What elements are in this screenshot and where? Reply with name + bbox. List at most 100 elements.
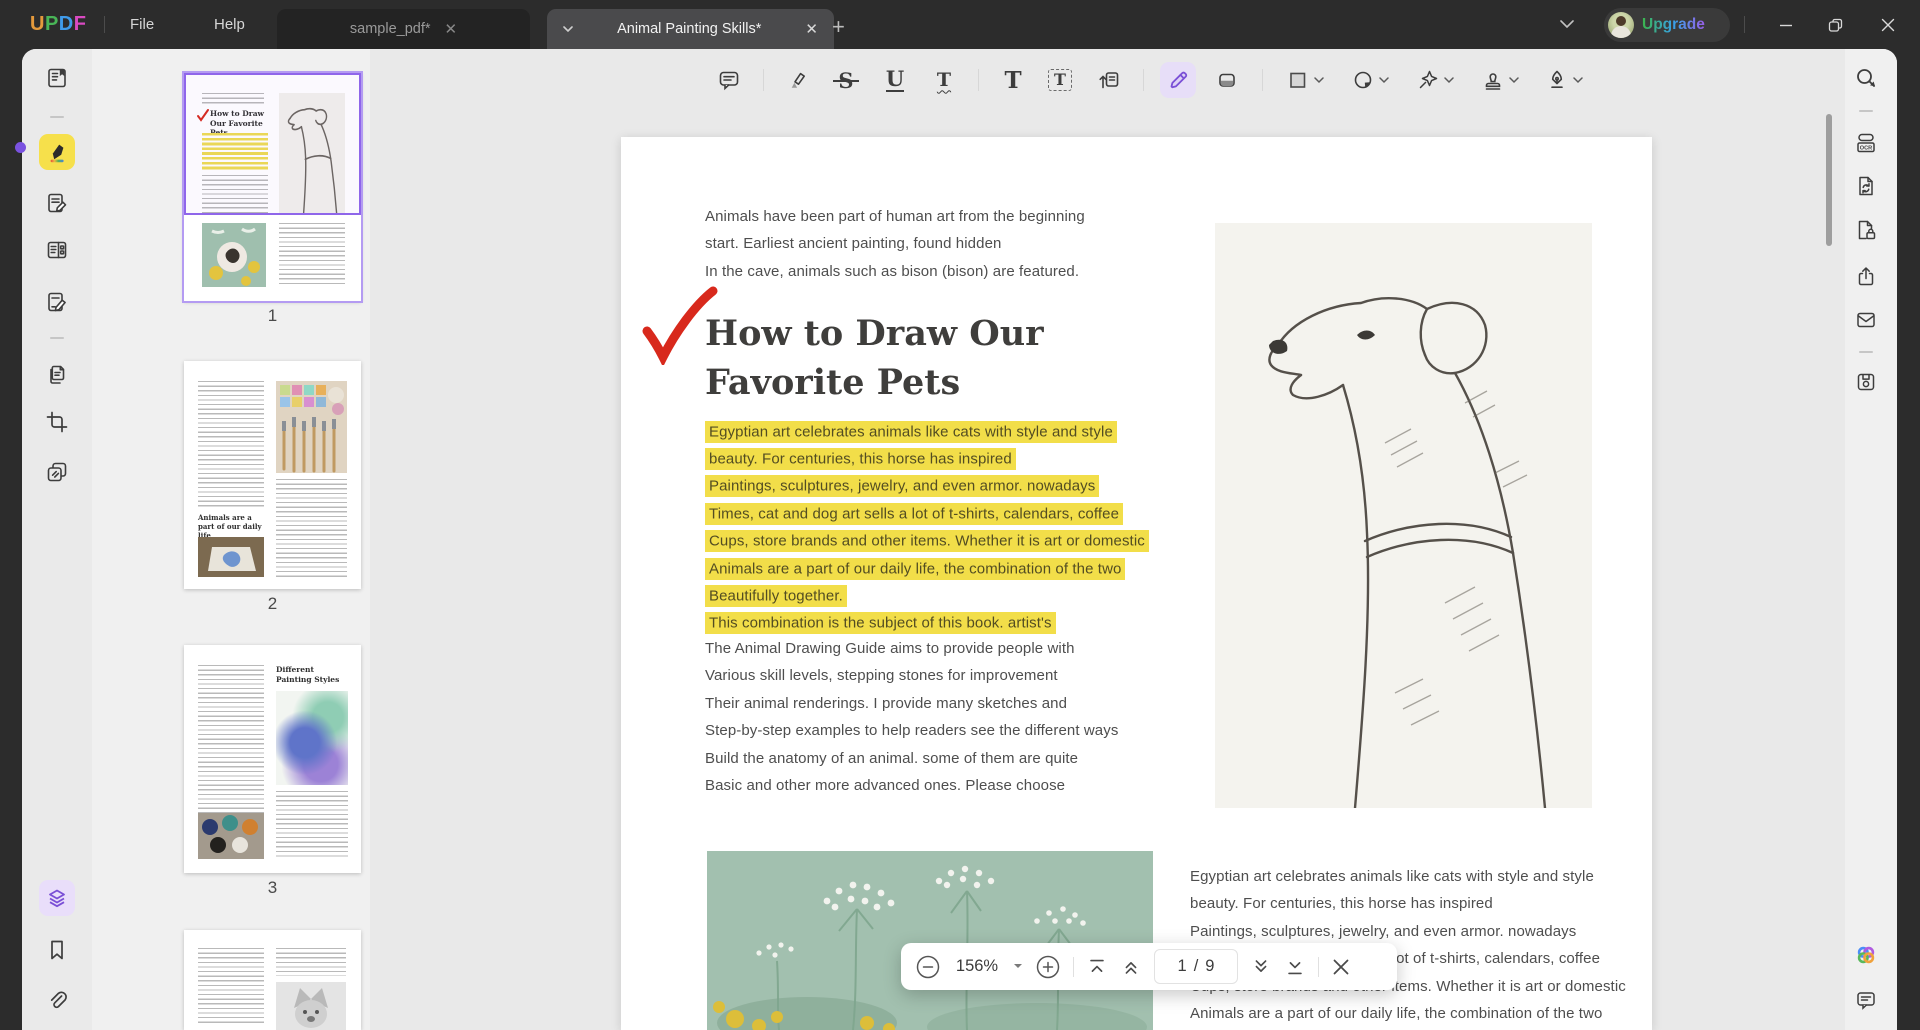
eraser-tool[interactable]	[1210, 63, 1244, 97]
email-icon[interactable]	[1854, 308, 1878, 332]
body-paragraph: The Animal Drawing Guide aims to provide…	[705, 635, 1225, 799]
text-comment-tool[interactable]: T	[996, 63, 1030, 97]
compare-icon[interactable]	[45, 460, 69, 484]
pencil-tool-active[interactable]	[1160, 62, 1196, 98]
note-tool[interactable]	[712, 63, 746, 97]
page-thumbnail-1[interactable]: How to Draw Our Favorite Pets	[184, 73, 361, 301]
minimize-button[interactable]	[1773, 12, 1799, 38]
divider	[1744, 16, 1745, 33]
divider	[978, 69, 979, 91]
text-box-tool[interactable]: T	[1043, 63, 1077, 97]
flower-photo-image	[707, 851, 1153, 1030]
logo-letter: F	[74, 13, 87, 36]
sticker-dropdown-icon[interactable]	[1379, 77, 1389, 84]
signature-tool[interactable]	[1540, 63, 1574, 97]
search-icon[interactable]	[1854, 66, 1878, 90]
mini-palette-photo	[276, 381, 347, 473]
upgrade-button[interactable]: Upgrade	[1604, 8, 1730, 42]
menu-help[interactable]: Help	[200, 0, 259, 49]
close-toolbar-button[interactable]	[1331, 957, 1351, 977]
save-icon[interactable]	[1854, 370, 1878, 394]
page-thumbnail-2[interactable]: Animals are a part of our daily life	[184, 361, 361, 589]
page-thumbnail-3[interactable]: Different Painting Styles	[184, 645, 361, 873]
dog-sketch-image	[1215, 223, 1592, 808]
restore-button[interactable]	[1822, 12, 1848, 38]
protect-icon[interactable]	[1854, 218, 1878, 242]
pdf-page[interactable]: Animals have been part of human art from…	[621, 137, 1652, 1030]
zoom-out-button[interactable]	[915, 954, 941, 980]
organize-pages-icon[interactable]	[45, 238, 69, 262]
next-page-button[interactable]	[1250, 956, 1272, 978]
callout-tool[interactable]	[1092, 63, 1126, 97]
zoom-level-value[interactable]: 156%	[953, 957, 1001, 976]
divider	[1143, 69, 1144, 91]
panel-handle-dot[interactable]	[15, 142, 26, 153]
sticker-tool[interactable]	[1346, 63, 1380, 97]
updf-logo: UPDF	[30, 13, 86, 36]
stamp-dropdown-icon[interactable]	[1509, 77, 1519, 84]
divider	[1859, 351, 1873, 353]
vertical-scrollbar[interactable]	[1826, 114, 1832, 246]
highlighted-paragraph[interactable]: Egyptian art celebrates animals like cat…	[705, 418, 1225, 637]
share-icon[interactable]	[1854, 264, 1878, 288]
feedback-icon[interactable]	[1854, 988, 1878, 1012]
tab-dropdown-icon[interactable]	[563, 26, 573, 33]
zoom-in-button[interactable]	[1035, 954, 1061, 980]
shapes-tool[interactable]	[1281, 63, 1315, 97]
tab-list-chevron-icon[interactable]	[1560, 20, 1574, 29]
strikethrough-tool[interactable]: S	[829, 63, 863, 97]
text-box-icon: T	[1048, 69, 1072, 91]
convert-icon[interactable]	[45, 363, 69, 387]
callout-icon	[1097, 68, 1121, 92]
new-tab-button[interactable]: +	[832, 14, 845, 40]
menu-file[interactable]: File	[116, 0, 168, 49]
page-thumbnail-4[interactable]	[184, 930, 361, 1030]
yellow-highlight-annotation[interactable]: Egyptian art celebrates animals like cat…	[705, 421, 1149, 635]
underline-tool[interactable]: U	[878, 63, 912, 97]
page-thumbnails-active[interactable]	[39, 880, 75, 916]
last-page-button[interactable]	[1284, 956, 1306, 978]
thumbnail-text-lines	[276, 479, 347, 577]
avatar[interactable]	[1608, 12, 1634, 38]
eraser-icon	[1215, 68, 1239, 92]
shapes-dropdown-icon[interactable]	[1314, 77, 1324, 84]
page-number-input[interactable]: 1 / 9	[1154, 949, 1238, 984]
highlight-tool[interactable]	[780, 63, 814, 97]
convert-file-icon[interactable]	[1854, 174, 1878, 198]
restore-icon	[1828, 18, 1843, 33]
updf-window: UPDF File Help sample_pdf* ✕ Animal Pain…	[0, 0, 1920, 1030]
svg-text:OCR: OCR	[1860, 145, 1872, 151]
tab-animal-painting-skills[interactable]: Animal Painting Skills* ✕	[547, 9, 834, 49]
divider	[104, 16, 105, 33]
signature-dropdown-icon[interactable]	[1573, 77, 1583, 84]
divider	[50, 116, 64, 118]
mini-corgi-photo	[276, 982, 346, 1030]
logo-letter: U	[30, 13, 45, 36]
close-window-button[interactable]	[1875, 12, 1901, 38]
thumbnail-text-lines	[276, 791, 348, 859]
stamp-tool[interactable]	[1476, 63, 1510, 97]
pin-icon	[1416, 68, 1440, 92]
tab-sample-pdf[interactable]: sample_pdf* ✕	[277, 9, 530, 49]
sticker-icon	[1351, 68, 1375, 92]
bookmarks-icon[interactable]	[45, 938, 69, 962]
thumbnail-viewport-indicator[interactable]	[184, 73, 361, 215]
edit-pdf-icon[interactable]	[45, 191, 69, 215]
squiggly-underline-tool[interactable]: T	[927, 63, 961, 97]
comment-tool-active[interactable]	[39, 134, 75, 170]
previous-page-button[interactable]	[1120, 956, 1142, 978]
attachments-icon[interactable]	[45, 988, 69, 1012]
pin-dropdown-icon[interactable]	[1444, 77, 1454, 84]
crop-pages-icon[interactable]	[45, 410, 69, 434]
zoom-dropdown-icon[interactable]	[1013, 963, 1023, 970]
ocr-icon[interactable]: OCR	[1854, 130, 1878, 154]
tab-close-icon[interactable]: ✕	[805, 20, 818, 38]
tab-close-icon[interactable]: ✕	[445, 20, 458, 38]
fill-and-sign-icon[interactable]	[45, 290, 69, 314]
pin-tool[interactable]	[1411, 63, 1445, 97]
updf-ai-icon[interactable]	[1854, 943, 1878, 967]
zoom-page-toolbar: 156% 1 / 9	[901, 943, 1397, 990]
current-page: 1	[1178, 957, 1187, 976]
first-page-button[interactable]	[1086, 956, 1108, 978]
reader-icon[interactable]	[45, 66, 69, 90]
